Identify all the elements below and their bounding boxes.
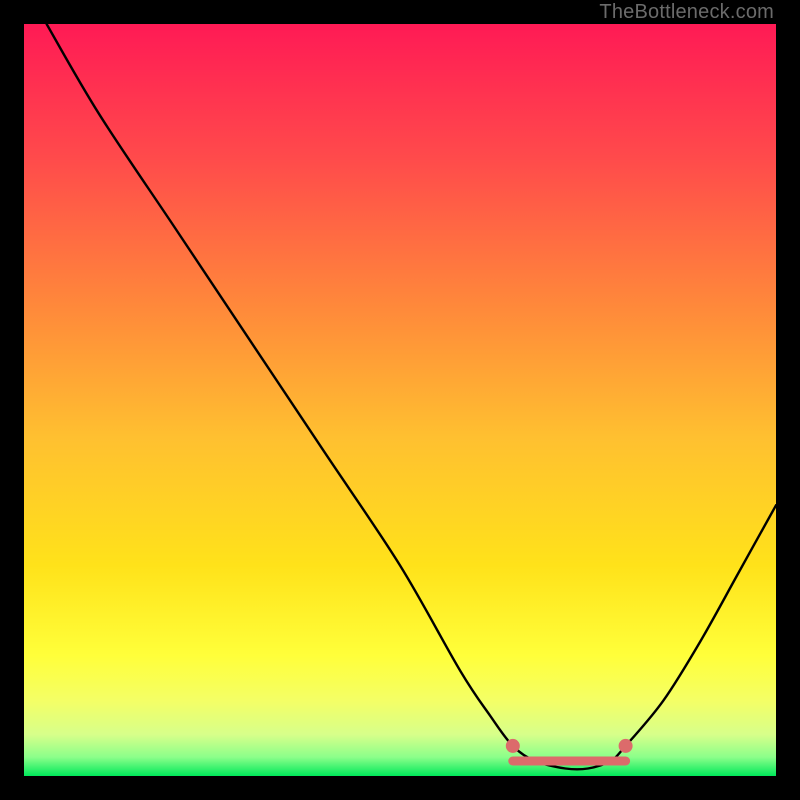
chart-frame <box>24 24 776 776</box>
gradient-background <box>24 24 776 776</box>
bottleneck-chart <box>24 24 776 776</box>
optimal-range-marker-left <box>506 739 520 753</box>
optimal-range-marker-right <box>619 739 633 753</box>
watermark-text: TheBottleneck.com <box>599 1 774 24</box>
